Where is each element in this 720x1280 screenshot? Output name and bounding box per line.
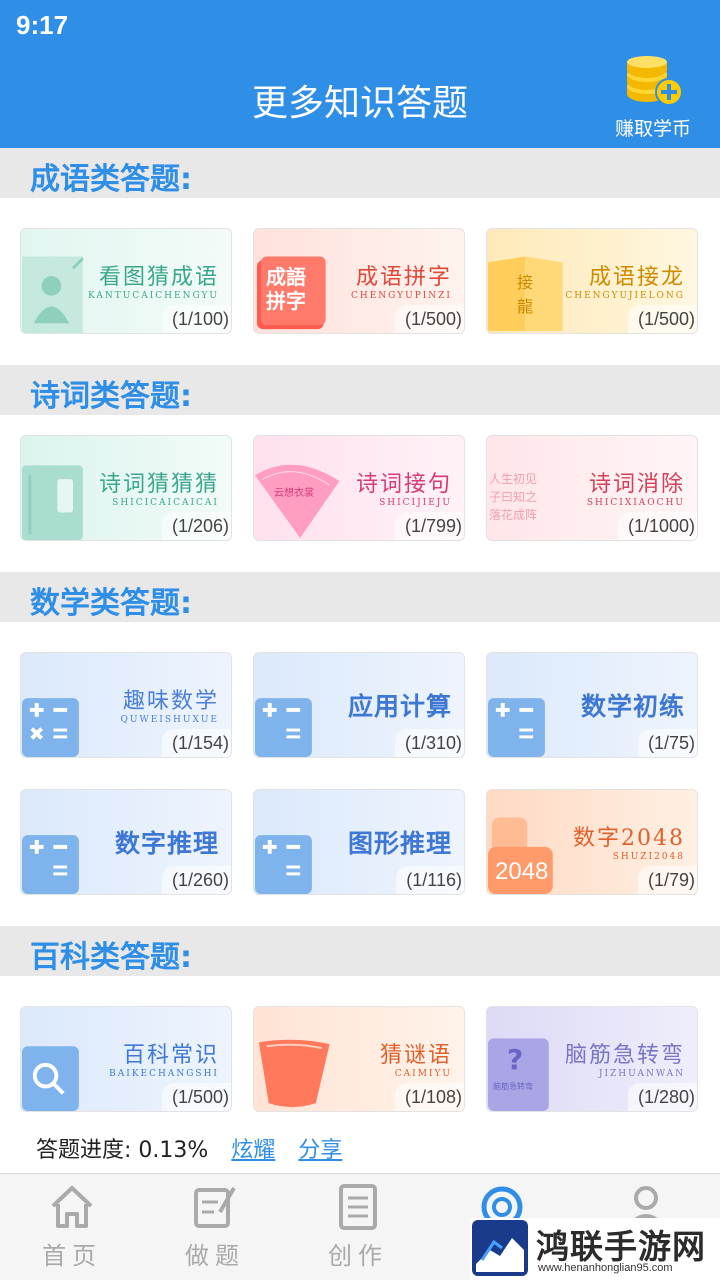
- watermark-title: 鸿联手游网: [536, 1227, 706, 1266]
- card-title: 诗词接句: [355, 472, 452, 497]
- card-progress: (1/1000): [617, 512, 697, 540]
- earn-coins-button[interactable]: 赚取学币: [610, 56, 696, 142]
- home-icon: [51, 1186, 93, 1228]
- section-header-poetry: 诗词类答题:: [0, 365, 720, 415]
- poem-art-text-1: 人生初见: [489, 472, 538, 486]
- answer-progress: 答题进度: 0.13% 炫耀 分享: [36, 1132, 342, 1163]
- card-shuxuechulian[interactable]: 数学初练 (1/75): [486, 652, 698, 758]
- card-shicicaicaicai[interactable]: 诗词猜猜猜 SHICICAICAICAI (1/206): [20, 435, 232, 541]
- book-art-text-2: 拼字: [266, 289, 306, 313]
- card-title: 数学初练: [580, 692, 685, 721]
- tab-label: 创作: [328, 1242, 388, 1270]
- card-progress: (1/100): [161, 305, 231, 333]
- earn-label: 赚取学币: [614, 118, 691, 140]
- card-shuzituili[interactable]: 数字推理 (1/260): [20, 789, 232, 895]
- tab-home[interactable]: 首页: [22, 1182, 122, 1278]
- section-title: 成语类答题:: [30, 162, 192, 197]
- header: 更多知识答题 赚取学币: [0, 50, 720, 148]
- card-pinyin: CAIMIYU: [394, 1069, 452, 1079]
- card-chengyupinzi[interactable]: 成語 拼字 成语拼字 CHENGYUPINZI (1/500): [253, 228, 465, 334]
- card-progress: (1/154): [161, 729, 231, 757]
- card-pinyin: SHUZI2048: [612, 852, 685, 862]
- section-header-math: 数学类答题:: [0, 572, 720, 622]
- card-title: 诗词猜猜猜: [98, 472, 219, 497]
- card-progress: (1/206): [161, 512, 231, 540]
- status-bar: 9:17: [0, 0, 720, 50]
- tab-label: 做题: [185, 1242, 245, 1270]
- card-pinyin: KANTUCAICHENGYU: [88, 291, 219, 301]
- card-progress: (1/500): [627, 305, 697, 333]
- card-quweishuxue[interactable]: 趣味数学 QUWEISHUXUE (1/154): [20, 652, 232, 758]
- card-title: 脑筋急转弯: [564, 1043, 685, 1068]
- card-title: 数字2048: [573, 826, 685, 851]
- card-title: 趣味数学: [122, 689, 219, 714]
- watermark-url: www.henanhonglian95.com: [538, 1262, 673, 1274]
- section-header-idiom: 成语类答题:: [0, 148, 720, 198]
- section-title: 诗词类答题:: [30, 379, 192, 414]
- card-title: 看图猜成语: [98, 265, 219, 290]
- book-art-text-1: 成語: [266, 265, 306, 289]
- card-shicixiaochu[interactable]: 人生初见 子曰知之 落花成阵 诗词消除 SHICIXIAOCHU (1/1000…: [486, 435, 698, 541]
- watermark: 鸿联手游网 www.henanhonglian95.com: [470, 1218, 720, 1280]
- card-progress: (1/310): [394, 729, 464, 757]
- card-title: 图形推理: [347, 829, 452, 858]
- show-off-link[interactable]: 炫耀: [231, 1138, 275, 1163]
- card-pinyin: JIZHUANWAN: [598, 1069, 685, 1079]
- card-pinyin: SHICICAICAICAI: [112, 498, 219, 508]
- section-title: 数学类答题:: [30, 586, 192, 621]
- book-art-text: 脑筋急转弯: [493, 1082, 533, 1091]
- card-pinyin: CHENGYUPINZI: [350, 291, 452, 301]
- card-progress: (1/799): [394, 512, 464, 540]
- card-pinyin: QUWEISHUXUE: [120, 715, 219, 725]
- card-progress: (1/280): [627, 1083, 697, 1111]
- card-baikechangshi[interactable]: 百科常识 BAIKECHANGSHI (1/500): [20, 1006, 232, 1112]
- card-chengyujielong[interactable]: 接 龍 成语接龙 CHENGYUJIELONG (1/500): [486, 228, 698, 334]
- tab-exercise[interactable]: 做题: [165, 1182, 265, 1278]
- card-pinyin: CHENGYUJIELONG: [565, 291, 685, 301]
- progress-label: 答题进度:: [36, 1138, 132, 1163]
- progress-value: 0.13%: [138, 1138, 209, 1163]
- book-art-text-1: 接: [517, 273, 534, 292]
- card-yingyongjisuan[interactable]: 应用计算 (1/310): [253, 652, 465, 758]
- tile-art-text: 2048: [495, 858, 549, 885]
- edit-icon: [194, 1186, 236, 1228]
- card-progress: (1/500): [394, 305, 464, 333]
- card-title: 百科常识: [122, 1043, 219, 1068]
- coins-plus-icon: [623, 56, 683, 108]
- question-mark-text: ?: [507, 1043, 524, 1076]
- card-title: 成语拼字: [355, 265, 452, 290]
- card-title: 猜谜语: [379, 1043, 452, 1068]
- card-progress: (1/500): [161, 1083, 231, 1111]
- tab-create[interactable]: 创作: [308, 1182, 408, 1278]
- card-progress: (1/79): [637, 866, 697, 894]
- section-header-encyclopedia: 百科类答题:: [0, 926, 720, 976]
- card-kantucaichengyu[interactable]: 看图猜成语 KANTUCAICHENGYU (1/100): [20, 228, 232, 334]
- card-pinyin: BAIKECHANGSHI: [109, 1069, 219, 1079]
- document-icon: [339, 1184, 377, 1230]
- section-title: 百科类答题:: [30, 940, 192, 975]
- card-naojinjizhuanwan[interactable]: ? 脑筋急转弯 脑筋急转弯 JIZHUANWAN (1/280): [486, 1006, 698, 1112]
- card-shuzi2048[interactable]: 2048 数字2048 SHUZI2048 (1/79): [486, 789, 698, 895]
- card-title: 数字推理: [114, 829, 219, 858]
- tab-label: 首页: [42, 1242, 102, 1270]
- share-link[interactable]: 分享: [298, 1138, 342, 1163]
- card-title: 成语接龙: [588, 265, 685, 290]
- poem-art-text-3: 落花成阵: [489, 508, 538, 522]
- book-art-text-2: 龍: [517, 297, 534, 316]
- card-progress: (1/116): [396, 866, 464, 894]
- fan-art-text: 云想衣裳: [274, 488, 314, 499]
- card-title: 诗词消除: [588, 472, 685, 497]
- card-pinyin: SHICIXIAOCHU: [586, 498, 685, 508]
- card-progress: (1/108): [394, 1083, 464, 1111]
- card-tuxingtuili[interactable]: 图形推理 (1/116): [253, 789, 465, 895]
- poem-art-text-2: 子曰知之: [489, 490, 538, 504]
- card-title: 应用计算: [347, 692, 452, 721]
- card-progress: (1/75): [637, 729, 697, 757]
- card-progress: (1/260): [161, 866, 231, 894]
- card-caimiyu[interactable]: 猜谜语 CAIMIYU (1/108): [253, 1006, 465, 1112]
- card-pinyin: SHICIJIEJU: [379, 498, 452, 508]
- watermark-logo-icon: [472, 1220, 528, 1276]
- status-time: 9:17: [16, 10, 69, 40]
- card-shicijieju[interactable]: 云想衣裳 诗词接句 SHICIJIEJU (1/799): [253, 435, 465, 541]
